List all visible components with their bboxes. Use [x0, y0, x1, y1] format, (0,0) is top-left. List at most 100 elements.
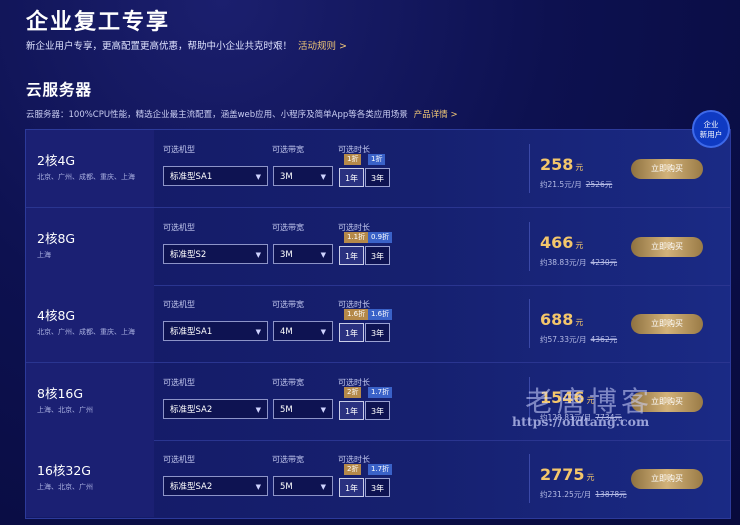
duration-1yr-button[interactable]: 1年 [339, 400, 364, 420]
spec-cell: 4核8G 北京、广州、成都、重庆、上海 [26, 285, 154, 362]
buy-now-button[interactable]: 立即购买 [631, 159, 703, 179]
chevron-down-icon: ▼ [320, 250, 326, 259]
bandwidth-select[interactable]: 4M ▼ [273, 321, 333, 341]
price-value: 688 [540, 310, 574, 329]
original-price: 4230元 [590, 257, 618, 267]
type-label: 可选机型 [163, 377, 195, 387]
divider [529, 144, 530, 193]
bandwidth-select[interactable]: 3M ▼ [273, 166, 333, 186]
chevron-down-icon: ▼ [320, 328, 326, 336]
divider [529, 221, 530, 271]
price-unit: 元 [575, 240, 584, 250]
instance-type-select[interactable]: 标准型SA2 ▼ [163, 398, 268, 419]
instance-type-value: 标准型SA1 [170, 172, 213, 182]
section-desc: 云服务器：100%CPU性能，精选企业最主流配置，涵盖web应用、小程序及简单A… [26, 108, 458, 120]
duration-3yr-button[interactable]: 3年 [365, 245, 390, 265]
section-title: 云服务器 [26, 81, 93, 99]
new-user-badge-line2: 新用户 [699, 130, 723, 139]
discount-badge-1yr: 1.6折 [344, 309, 369, 320]
regions-label: 北京、广州、成都、重庆、上海 [37, 328, 135, 336]
chevron-down-icon: ▼ [255, 173, 261, 181]
original-price: 4362元 [590, 335, 618, 344]
discount-badge-1yr: 1.1折 [344, 231, 369, 243]
original-price: 13878元 [595, 490, 627, 499]
type-label: 可选机型 [163, 455, 195, 464]
duration-3yr-button[interactable]: 3年 [365, 323, 390, 342]
discount-badge-3yr: 1.7折 [368, 386, 393, 398]
duration-3yr-button[interactable]: 3年 [365, 168, 390, 187]
bandwidth-value: 4M [280, 327, 293, 337]
instance-type-value: 标准型SA2 [170, 482, 213, 492]
duration-1yr-button[interactable]: 1年 [339, 245, 364, 265]
price: 2775 元 [540, 465, 595, 484]
bandwidth-value: 3M [280, 249, 293, 260]
spec-label: 2核8G [37, 230, 76, 246]
chevron-down-icon: ▼ [255, 328, 261, 336]
chevron-down-icon: ▼ [255, 483, 261, 491]
duration-3yr-button[interactable]: 3年 [365, 478, 390, 497]
regions-label: 北京、广州、成都、重庆、上海 [37, 173, 135, 181]
instance-type-select[interactable]: 标准型SA1 ▼ [163, 166, 268, 186]
divider [529, 299, 530, 348]
instance-type-select[interactable]: 标准型SA1 ▼ [163, 321, 268, 341]
instance-type-value: 标准型SA2 [170, 404, 213, 415]
duration-1yr-button[interactable]: 1年 [339, 323, 364, 342]
price-unit: 元 [586, 473, 595, 482]
monthly-value: 约231.25元/月 [540, 490, 592, 499]
server-table: 2核4G 北京、广州、成都、重庆、上海 可选机型 可选带宽 可选时长 标准型SA… [25, 129, 731, 519]
buy-now-button[interactable]: 立即购买 [631, 236, 703, 257]
hero-subtitle: 新企业用户专享，更高配置更高优惠，帮助中小企业共克时艰！ 活动规则 > [26, 38, 347, 52]
instance-type-select[interactable]: 标准型SA2 ▼ [163, 476, 268, 496]
duration-1yr-button[interactable]: 1年 [339, 168, 364, 187]
bandwidth-select[interactable]: 5M ▼ [273, 476, 333, 496]
bandwidth-value: 5M [280, 482, 293, 492]
spec-label: 2核4G [37, 153, 76, 168]
chevron-down-icon: ▼ [255, 405, 261, 414]
monthly-value: 约57.33元/月 [540, 335, 587, 344]
new-user-badge: 企业 新用户 [692, 110, 730, 148]
monthly-price: 约231.25元/月 13878元 [540, 489, 627, 500]
duration-3yr-button[interactable]: 3年 [365, 400, 390, 420]
buy-now-button[interactable]: 立即购买 [631, 314, 703, 334]
spec-cell: 16核32G 上海、北京、广州 [26, 440, 154, 517]
original-price: 2526元 [585, 180, 613, 189]
regions-label: 上海 [37, 250, 51, 259]
spec-label: 4核8G [37, 308, 76, 323]
discount-badge-3yr: 1.6折 [368, 309, 393, 320]
chevron-down-icon: ▼ [320, 483, 326, 491]
server-row: 16核32G 上海、北京、广州 可选机型 可选带宽 可选时长 标准型SA2 ▼ … [26, 440, 730, 517]
bandwidth-label: 可选带宽 [272, 222, 304, 232]
bandwidth-select[interactable]: 5M ▼ [273, 398, 333, 419]
bandwidth-label: 可选带宽 [272, 145, 304, 154]
price-value: 466 [540, 232, 574, 252]
price: 466 元 [540, 233, 583, 252]
server-row: 2核4G 北京、广州、成都、重庆、上海 可选机型 可选带宽 可选时长 标准型SA… [26, 130, 730, 208]
chevron-down-icon: ▼ [320, 405, 326, 414]
new-user-badge-line1: 企业 [703, 120, 719, 129]
spec-cell: 8核16G 上海、北京、广州 [26, 362, 154, 440]
divider [529, 454, 530, 503]
monthly-price: 约57.33元/月 4362元 [540, 334, 617, 345]
monthly-price: 约21.5元/月 2526元 [540, 179, 612, 190]
discount-badge-3yr: 0.9折 [368, 231, 393, 243]
instance-type-select[interactable]: 标准型S2 ▼ [163, 243, 268, 264]
bandwidth-label: 可选带宽 [272, 377, 304, 387]
price: 258 元 [540, 155, 583, 174]
type-label: 可选机型 [163, 300, 195, 309]
activity-rules-link[interactable]: 活动规则 > [298, 41, 347, 52]
bandwidth-select[interactable]: 3M ▼ [273, 243, 333, 264]
product-details-link[interactable]: 产品详情 > [414, 110, 458, 120]
section-desc-text: 云服务器：100%CPU性能，精选企业最主流配置，涵盖web应用、小程序及简单A… [26, 110, 408, 120]
spec-cell: 2核8G 上海 [26, 207, 154, 285]
bandwidth-value: 3M [280, 172, 293, 182]
spec-label: 16核32G [37, 463, 91, 478]
price: 688 元 [540, 310, 583, 329]
server-row: 2核8G 上海 可选机型 可选带宽 可选时长 标准型S2 ▼ 3M ▼ 1.1折… [26, 207, 730, 286]
discount-badge-1yr: 2折 [344, 464, 362, 475]
discount-badge-3yr: 1折 [368, 154, 386, 165]
buy-now-button[interactable]: 立即购买 [631, 469, 703, 489]
discount-badge-1yr: 2折 [344, 386, 362, 398]
price-value: 258 [540, 155, 574, 174]
duration-1yr-button[interactable]: 1年 [339, 478, 364, 497]
spec-label: 8核16G [37, 385, 84, 401]
